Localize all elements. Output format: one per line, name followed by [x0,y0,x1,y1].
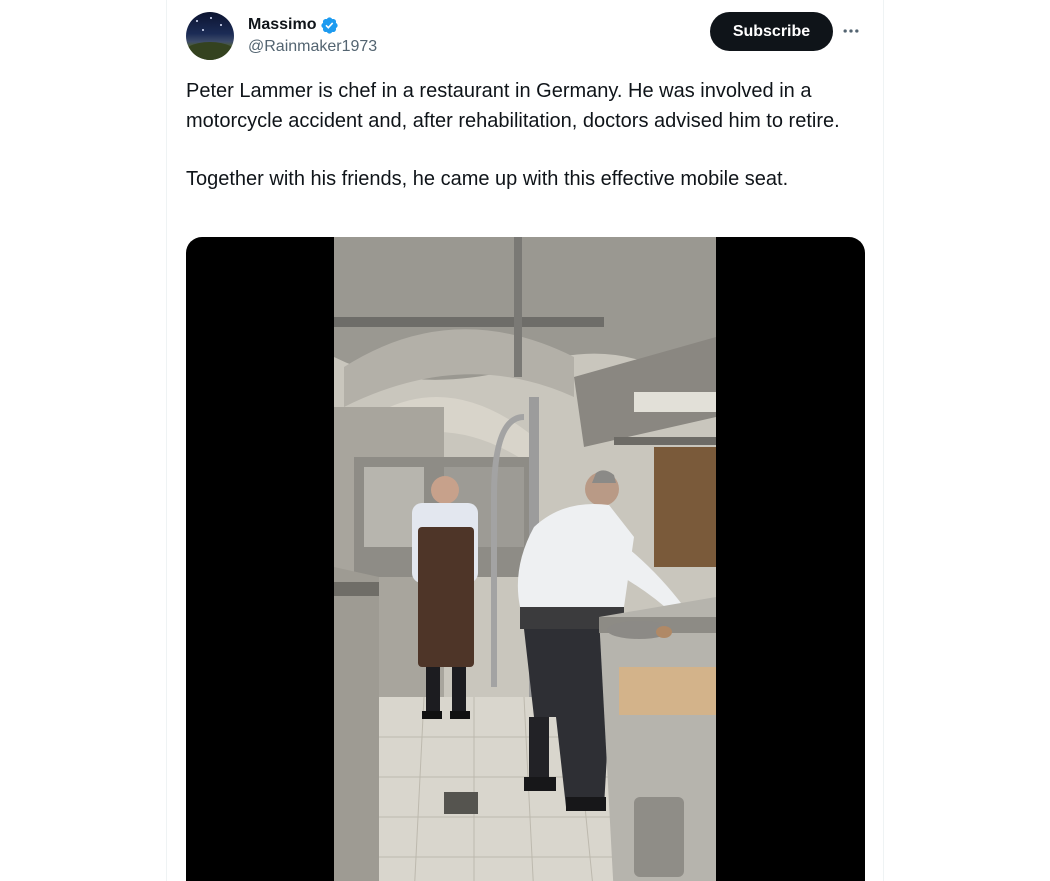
author-info: Massimo @Rainmaker1973 [248,14,377,56]
more-options-icon[interactable] [838,18,864,44]
post-header: Massimo @Rainmaker1973 Subscribe [186,12,864,62]
avatar-star [202,29,204,31]
video-frame [334,237,716,881]
author-handle[interactable]: @Rainmaker1973 [248,38,377,56]
author-display-name[interactable]: Massimo [248,16,316,34]
avatar-star [220,24,222,26]
verified-badge-icon[interactable] [320,16,339,35]
author-avatar[interactable] [186,12,234,60]
post-column: Massimo @Rainmaker1973 Subscribe Peter L… [166,0,884,881]
avatar-hill [186,42,234,60]
post-paragraph: Peter Lammer is chef in a restaurant in … [186,80,840,132]
post-video[interactable] [186,237,865,881]
author-name-row: Massimo [248,14,377,36]
avatar-star [196,20,198,22]
kitchen-scene-image [334,237,716,881]
post-paragraph: Together with his friends, he came up wi… [186,168,789,190]
page: Massimo @Rainmaker1973 Subscribe Peter L… [0,0,1050,881]
subscribe-button[interactable]: Subscribe [710,12,833,51]
avatar-star [210,17,212,19]
post-text: Peter Lammer is chef in a restaurant in … [186,76,856,194]
